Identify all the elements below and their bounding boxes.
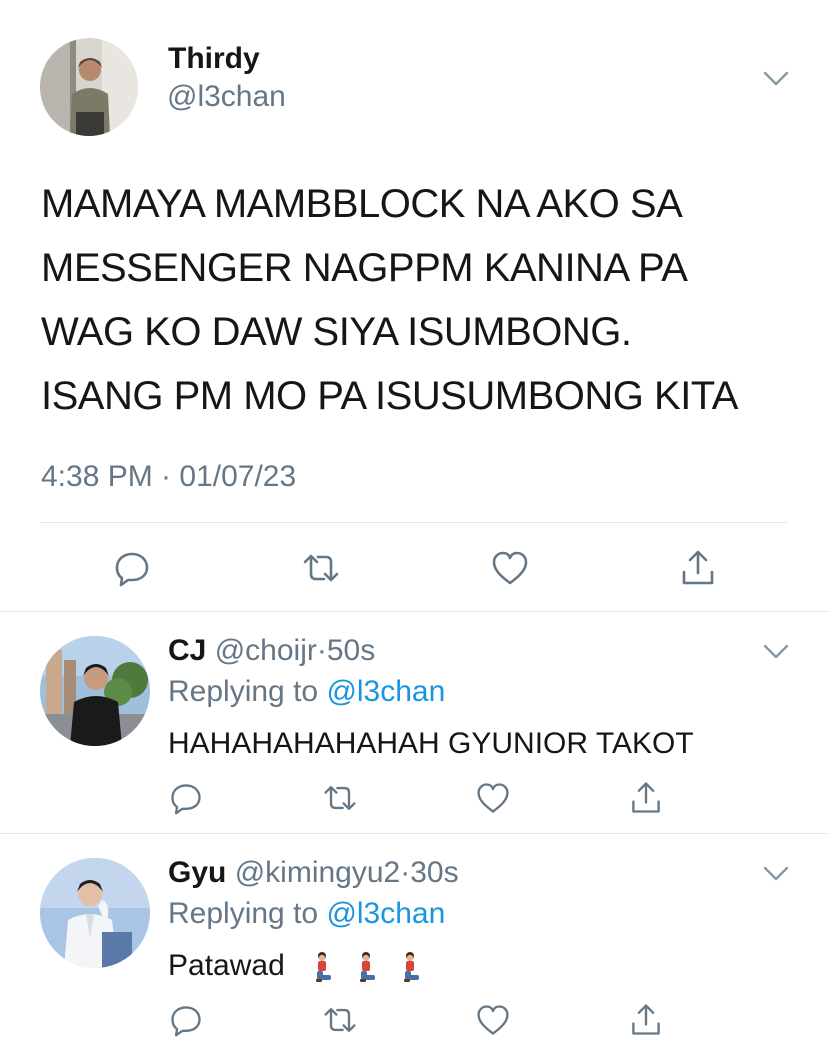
chevron-down-icon[interactable] — [762, 70, 790, 88]
retweet-icon[interactable] — [300, 548, 342, 588]
tweet-text: MAMAYA MAMBBLOCK NA AKO SA MESSENGER NAG… — [41, 172, 811, 428]
reply-author-name[interactable]: Gyu — [168, 856, 226, 889]
kneeling-person-emoji — [399, 951, 421, 983]
tweet-text-line: WAG KO DAW SIYA ISUMBONG. — [41, 310, 632, 354]
cj-avatar[interactable] — [40, 636, 150, 746]
replying-to-link[interactable]: @l3chan — [326, 675, 445, 708]
reply-icon[interactable] — [168, 780, 204, 816]
like-icon[interactable] — [475, 1002, 511, 1038]
emoji-row — [311, 951, 421, 983]
reply-time[interactable]: 30s — [410, 856, 458, 889]
replying-to-link[interactable]: @l3chan — [326, 897, 445, 930]
kneeling-person-emoji — [311, 951, 333, 983]
main-tweet: Thirdy @l3chan MAMAYA MAMBBLOCK NA AKO S… — [0, 0, 828, 612]
kneeling-person-emoji — [355, 951, 377, 983]
replying-to: Replying to @l3chan — [168, 897, 445, 931]
reply-header: CJ @choijr·50s — [168, 634, 375, 668]
avatar-photo-icon — [40, 38, 138, 136]
author-name[interactable]: Thirdy — [168, 42, 260, 76]
reply-text: HAHAHAHAHAHAH GYUNIOR TAKOT — [168, 727, 694, 760]
reply-tweet: Gyu @kimingyu2·30s Replying to @l3chan P… — [0, 834, 828, 1056]
tweet-timestamp[interactable]: 4:38 PM · 01/07/23 — [41, 460, 296, 494]
share-icon[interactable] — [628, 1002, 664, 1038]
replying-to-label: Replying to — [168, 897, 327, 930]
avatar-photo-icon — [40, 636, 150, 746]
reply-author-handle[interactable]: @choijr — [215, 634, 317, 667]
replying-to: Replying to @l3chan — [168, 675, 445, 709]
reply-author-name[interactable]: CJ — [168, 634, 206, 667]
replying-to-label: Replying to — [168, 675, 327, 708]
gyu-avatar[interactable] — [40, 858, 150, 968]
main-action-bar — [112, 548, 718, 588]
chevron-down-icon[interactable] — [762, 865, 790, 883]
reply-text: Patawad — [168, 949, 421, 983]
reply-action-bar — [168, 780, 664, 816]
author-handle[interactable]: @l3chan — [167, 80, 286, 114]
reply-text-body: Patawad — [168, 949, 285, 982]
like-icon[interactable] — [490, 548, 530, 588]
separator-dot: · — [400, 856, 411, 889]
reply-author-handle[interactable]: @kimingyu2 — [235, 856, 401, 889]
like-icon[interactable] — [475, 780, 511, 816]
tweet-text-line: ISANG PM MO PA ISUSUMBONG KITA — [41, 374, 738, 418]
tweet-text-line: MAMAYA MAMBBLOCK NA AKO SA — [41, 182, 683, 226]
reply-icon[interactable] — [168, 1002, 204, 1038]
reply-tweet: CJ @choijr·50s Replying to @l3chan HAHAH… — [0, 612, 828, 834]
retweet-icon[interactable] — [321, 780, 359, 816]
reply-action-bar — [168, 1002, 664, 1038]
separator-dot: · — [316, 634, 327, 667]
divider — [41, 522, 787, 523]
retweet-icon[interactable] — [321, 1002, 359, 1038]
thirdy-avatar[interactable] — [40, 38, 138, 136]
chevron-down-icon[interactable] — [762, 643, 790, 661]
tweet-text-line: MESSENGER NAGPPM KANINA PA — [41, 246, 688, 290]
reply-icon[interactable] — [112, 548, 152, 588]
avatar-photo-icon — [40, 858, 150, 968]
reply-time[interactable]: 50s — [327, 634, 375, 667]
share-icon[interactable] — [628, 780, 664, 816]
reply-header: Gyu @kimingyu2·30s — [168, 856, 459, 890]
share-icon[interactable] — [678, 548, 718, 588]
